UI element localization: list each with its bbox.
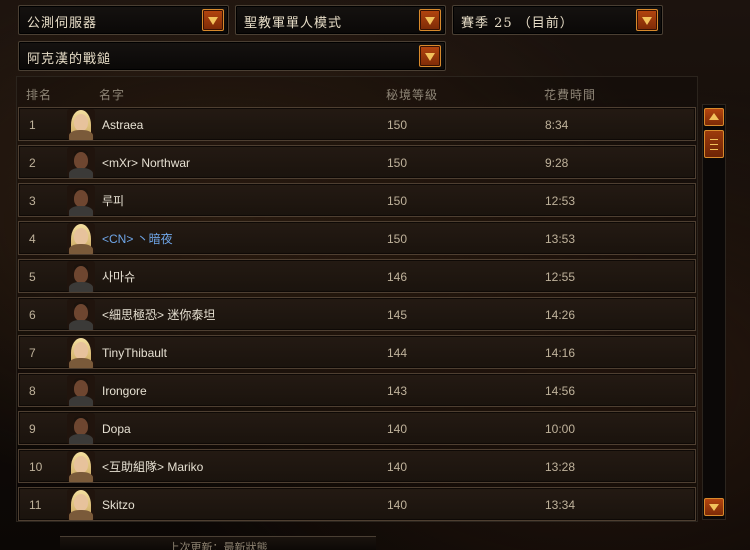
table-row[interactable]: 10 <互助組隊> Mariko 140 13:28	[18, 449, 696, 483]
hero-portrait-icon	[67, 451, 95, 482]
hero-portrait-icon	[67, 489, 95, 520]
table-row[interactable]: 1 Astraea 150 8:34	[18, 107, 696, 141]
class-dropdown-label: 阿克漢的戰鎚	[27, 52, 112, 67]
rank-cell: 2	[29, 156, 36, 170]
chevron-down-icon[interactable]	[419, 9, 441, 31]
player-name[interactable]: TinyThibault	[102, 336, 167, 370]
rift-level-cell: 140	[387, 498, 408, 512]
scrollbar-thumb[interactable]	[704, 130, 724, 158]
player-name[interactable]: Irongore	[102, 374, 147, 408]
table-row[interactable]: 9 Dopa 140 10:00	[18, 411, 696, 445]
rift-level-cell: 144	[387, 346, 408, 360]
rank-cell: 6	[29, 308, 36, 322]
player-name[interactable]: 루피	[102, 184, 124, 218]
rift-level-cell: 143	[387, 384, 408, 398]
server-dropdown[interactable]: 公測伺服器	[18, 5, 229, 35]
player-name[interactable]: <mXr> Northwar	[102, 146, 190, 180]
mode-dropdown[interactable]: 聖教軍單人模式	[235, 5, 446, 35]
rank-cell: 3	[29, 194, 36, 208]
class-dropdown[interactable]: 阿克漢的戰鎚	[18, 41, 446, 71]
table-row[interactable]: 3 루피 150 12:53	[18, 183, 696, 217]
time-cell: 9:28	[545, 156, 569, 170]
time-cell: 14:26	[545, 308, 576, 322]
rank-cell: 7	[29, 346, 36, 360]
table-row[interactable]: 8 Irongore 143 14:56	[18, 373, 696, 407]
player-name[interactable]: Astraea	[102, 108, 143, 142]
rift-level-cell: 150	[387, 194, 408, 208]
rift-level-cell: 150	[387, 156, 408, 170]
column-header-rank[interactable]: 排名	[26, 86, 52, 103]
time-cell: 13:34	[545, 498, 576, 512]
time-cell: 12:53	[545, 194, 576, 208]
rank-cell: 4	[29, 232, 36, 246]
table-row[interactable]: 6 <細思極恐> 迷你泰坦 145 14:26	[18, 297, 696, 331]
table-row[interactable]: 4 <CN> 丶暗夜 150 13:53	[18, 221, 696, 255]
column-header-name[interactable]: 名字	[99, 86, 125, 103]
rift-level-cell: 150	[387, 118, 408, 132]
player-name[interactable]: 사마슈	[102, 260, 135, 294]
time-cell: 12:55	[545, 270, 576, 284]
hero-portrait-icon	[67, 337, 95, 368]
arrow-down-icon	[709, 504, 719, 511]
time-cell: 14:56	[545, 384, 576, 398]
server-dropdown-label: 公測伺服器	[27, 16, 98, 31]
rift-level-cell: 146	[387, 270, 408, 284]
mode-dropdown-label: 聖教軍單人模式	[244, 16, 343, 31]
hero-portrait-icon	[67, 299, 95, 330]
table-row[interactable]: 5 사마슈 146 12:55	[18, 259, 696, 293]
hero-portrait-icon	[67, 223, 95, 254]
player-name[interactable]: Skitzo	[102, 488, 135, 522]
time-cell: 10:00	[545, 422, 576, 436]
last-updated-bar: 上次更新：最新狀態	[60, 536, 376, 550]
chevron-down-icon[interactable]	[419, 45, 441, 67]
time-cell: 13:28	[545, 460, 576, 474]
scroll-down-button[interactable]	[704, 498, 724, 516]
rank-cell: 11	[29, 498, 42, 512]
player-name[interactable]: <細思極恐> 迷你泰坦	[102, 298, 215, 332]
hero-portrait-icon	[67, 261, 95, 292]
player-name[interactable]: <互助組隊> Mariko	[102, 450, 203, 484]
table-row[interactable]: 11 Skitzo 140 13:34	[18, 487, 696, 521]
rank-cell: 10	[29, 460, 43, 474]
season-dropdown-label: 賽季 25 （目前）	[461, 16, 574, 31]
arrow-up-icon	[709, 113, 719, 120]
rank-cell: 5	[29, 270, 36, 284]
time-cell: 14:16	[545, 346, 576, 360]
time-cell: 8:34	[545, 118, 569, 132]
table-row[interactable]: 2 <mXr> Northwar 150 9:28	[18, 145, 696, 179]
scrollbar-track[interactable]	[702, 104, 726, 520]
rift-level-cell: 140	[387, 460, 408, 474]
hero-portrait-icon	[67, 185, 95, 216]
last-updated-text: 上次更新：最新狀態	[168, 541, 268, 550]
scroll-up-button[interactable]	[704, 108, 724, 126]
player-name[interactable]: Dopa	[102, 412, 131, 446]
rank-cell: 1	[29, 118, 36, 132]
player-name[interactable]: <CN> 丶暗夜	[102, 222, 173, 256]
chevron-down-icon[interactable]	[202, 9, 224, 31]
hero-portrait-icon	[67, 109, 95, 140]
table-row[interactable]: 7 TinyThibault 144 14:16	[18, 335, 696, 369]
rift-level-cell: 145	[387, 308, 408, 322]
hero-portrait-icon	[67, 375, 95, 406]
time-cell: 13:53	[545, 232, 576, 246]
rank-cell: 9	[29, 422, 36, 436]
rift-level-cell: 140	[387, 422, 408, 436]
chevron-down-icon[interactable]	[636, 9, 658, 31]
hero-portrait-icon	[67, 413, 95, 444]
hero-portrait-icon	[67, 147, 95, 178]
column-header-level[interactable]: 秘境等級	[386, 86, 438, 103]
column-header-time[interactable]: 花費時間	[544, 86, 596, 103]
season-dropdown[interactable]: 賽季 25 （目前）	[452, 5, 663, 35]
rift-level-cell: 150	[387, 232, 408, 246]
rank-cell: 8	[29, 384, 36, 398]
